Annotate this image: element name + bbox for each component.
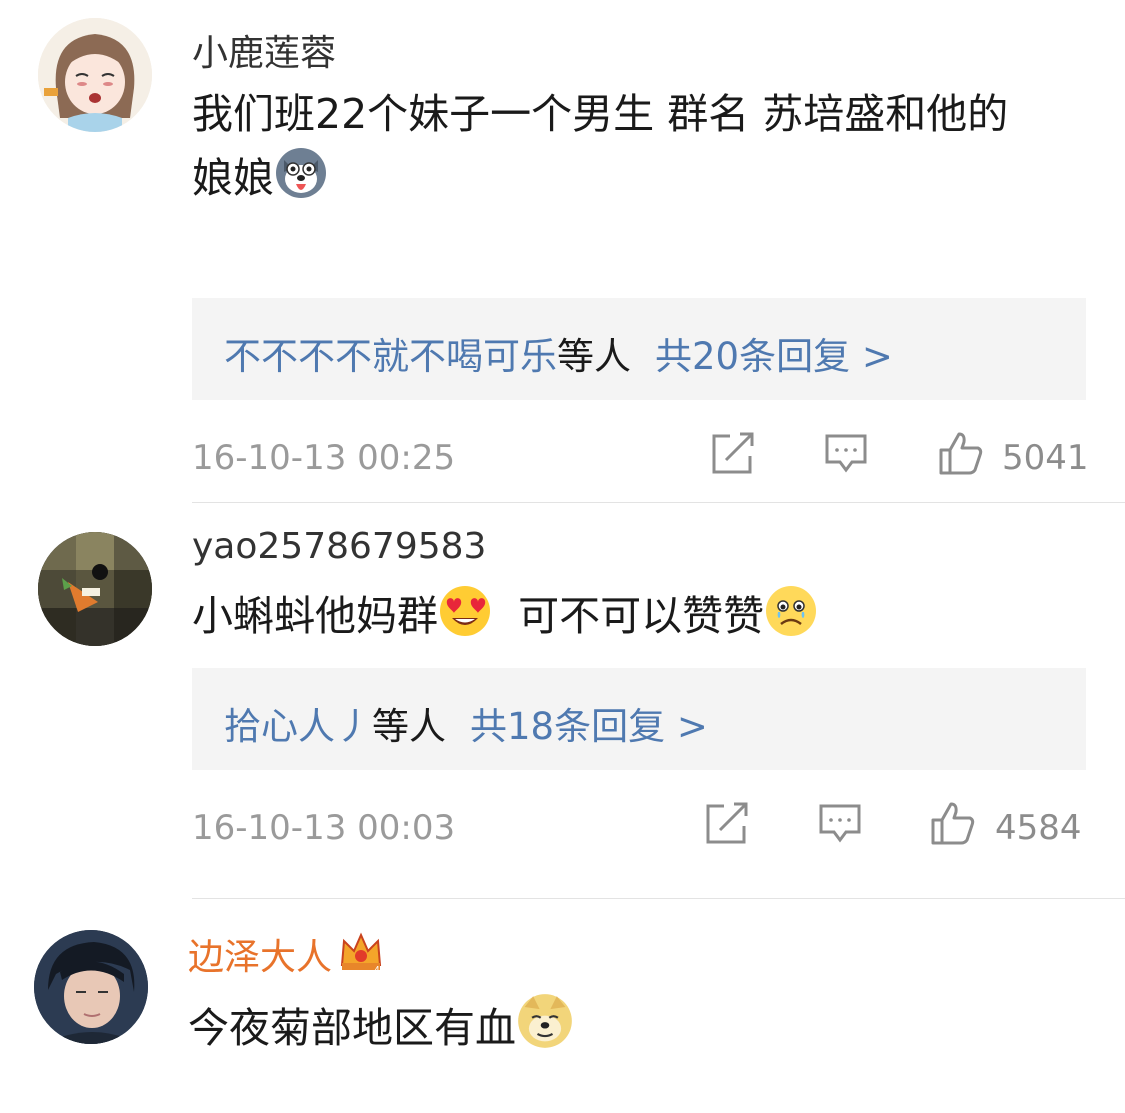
comment-text-fragment: 娘娘: [192, 154, 274, 202]
reply-count-link[interactable]: 共18条回复 >: [470, 705, 708, 748]
divider: [192, 898, 1125, 899]
comment-meta: 16-10-13 00:03 4584: [192, 800, 1092, 860]
comment-text: 今夜菊部地区有血: [188, 992, 1088, 1060]
reply-preview-text[interactable]: 拾心人丿等人 共18条回复 >: [224, 696, 708, 750]
like-count: 4584: [995, 808, 1082, 848]
timestamp: 16-10-13 00:03: [192, 808, 456, 848]
heart-eyes-emoji-icon: [438, 584, 492, 638]
reply-preview[interactable]: 拾心人丿等人 共18条回复 >: [192, 668, 1086, 770]
reply-count-link[interactable]: 共20条回复 >: [655, 335, 893, 378]
husky-emoji-icon: [274, 146, 328, 200]
reply-etc-label: 等人: [557, 335, 631, 378]
comment-icon[interactable]: [824, 430, 868, 476]
like-count: 5041: [1002, 438, 1089, 478]
comment-text: 小蝌蚪他妈群 可不可以赞赞: [192, 584, 1092, 648]
divider: [192, 502, 1125, 503]
username[interactable]: 边泽大人 4: [188, 928, 384, 980]
timestamp: 16-10-13 00:25: [192, 438, 456, 478]
reply-etc-label: 等人: [372, 705, 446, 748]
crown-icon: 4: [338, 929, 384, 976]
comment-meta: 16-10-13 00:25 5041: [192, 430, 1092, 490]
repost-icon[interactable]: [704, 800, 750, 846]
username-text[interactable]: 边泽大人: [188, 937, 332, 978]
comment-text: 我们班22个妹子一个男生 群名 苏培盛和他的 娘娘: [192, 82, 1092, 210]
like-icon[interactable]: [930, 800, 976, 846]
reply-user-names[interactable]: 不不不不就不喝可乐: [224, 335, 557, 378]
reply-user-names[interactable]: 拾心人丿: [224, 705, 372, 748]
avatar[interactable]: [38, 18, 152, 132]
reply-preview-text[interactable]: 不不不不就不喝可乐等人 共20条回复 >: [224, 326, 893, 380]
username[interactable]: 小鹿莲蓉: [192, 24, 336, 76]
like-icon[interactable]: [938, 430, 984, 476]
avatar[interactable]: [38, 532, 152, 646]
comment-text-fragment: 今夜菊部地区有血: [188, 1004, 516, 1052]
avatar[interactable]: [34, 930, 148, 1044]
comment-icon[interactable]: [818, 800, 862, 846]
teary-sad-emoji-icon: [764, 584, 818, 638]
comment-text-fragment: 小蝌蚪他妈群: [192, 592, 438, 640]
comment-text-line: 我们班22个妹子一个男生 群名 苏培盛和他的: [192, 90, 1009, 138]
comment-text-fragment: 可不可以赞赞: [492, 592, 765, 640]
username[interactable]: yao2578679583: [192, 526, 486, 567]
reply-preview[interactable]: 不不不不就不喝可乐等人 共20条回复 >: [192, 298, 1086, 400]
repost-icon[interactable]: [710, 430, 756, 476]
doge-emoji-icon: [516, 992, 572, 1048]
comment-text-line: 娘娘: [192, 146, 1092, 210]
svg-text:4: 4: [374, 965, 380, 975]
